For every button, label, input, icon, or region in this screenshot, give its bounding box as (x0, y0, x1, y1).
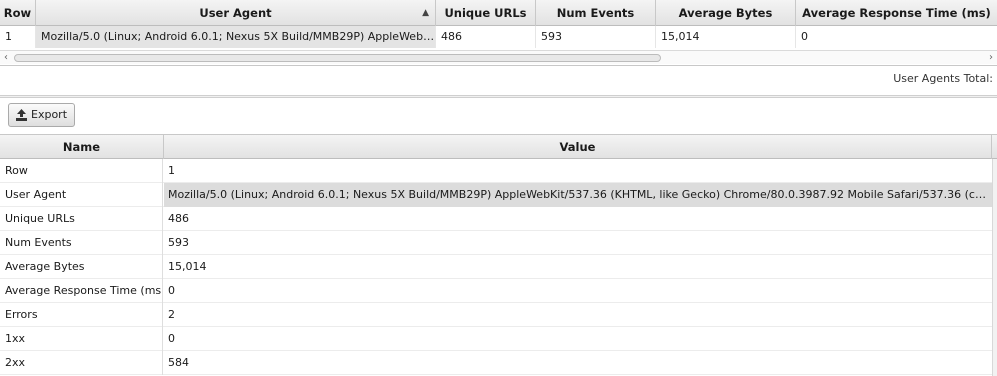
detail-value: 584 (168, 356, 189, 369)
cell-row: 1 (0, 26, 36, 48)
detail-row-num-events[interactable]: Num Events 593 (0, 231, 997, 255)
export-upload-icon (16, 109, 27, 121)
detail-name: Average Bytes (0, 255, 163, 279)
detail-row-average-response-time[interactable]: Average Response Time (ms) 0 (0, 279, 997, 303)
table-header: Row User Agent ▲ Unique URLs Num Events … (0, 0, 997, 26)
detail-name: Unique URLs (0, 207, 163, 231)
cell-num-events: 593 (536, 26, 656, 48)
detail-name: Average Response Time (ms) (0, 279, 163, 303)
detail-row-1xx[interactable]: 1xx 0 (0, 327, 997, 351)
detail-name: User Agent (0, 183, 163, 207)
cell-unique-urls: 486 (436, 26, 536, 48)
detail-value: 2 (168, 308, 175, 321)
column-header-unique-urls[interactable]: Unique URLs (436, 0, 536, 26)
sort-ascending-icon: ▲ (422, 8, 429, 18)
detail-value: 15,014 (168, 260, 207, 273)
detail-name: Num Events (0, 231, 163, 255)
cell-average-response-time: 0 (801, 30, 808, 43)
export-button[interactable]: Export (8, 103, 75, 127)
column-header-num-events[interactable]: Num Events (536, 0, 656, 26)
column-header-average-response-time[interactable]: Average Response Time (ms) (796, 0, 997, 26)
user-agents-table: Row User Agent ▲ Unique URLs Num Events … (0, 0, 997, 66)
detail-table-header: Name Value (0, 135, 997, 159)
column-header-row[interactable]: Row (0, 0, 36, 26)
column-header-name[interactable]: Name (0, 135, 164, 159)
detail-value: Mozilla/5.0 (Linux; Android 6.0.1; Nexus… (164, 183, 992, 207)
column-header-average-bytes[interactable]: Average Bytes (656, 0, 796, 26)
scroll-left-icon[interactable]: ‹ (0, 51, 12, 65)
detail-row-2xx[interactable]: 2xx 584 (0, 351, 997, 375)
detail-table: Name Value Row 1 User Agent Mozilla/5.0 … (0, 134, 997, 376)
detail-value: 593 (168, 236, 189, 249)
detail-name: Errors (0, 303, 163, 327)
column-header-user-agent[interactable]: User Agent ▲ (36, 0, 436, 26)
detail-value: 0 (168, 284, 175, 297)
split-pane-divider[interactable] (0, 95, 997, 98)
horizontal-scrollbar[interactable]: ‹ › (0, 50, 997, 64)
vertical-scrollbar[interactable] (992, 159, 997, 376)
detail-row-row[interactable]: Row 1 (0, 159, 997, 183)
detail-row-unique-urls[interactable]: Unique URLs 486 (0, 207, 997, 231)
detail-value: 1 (168, 164, 175, 177)
cell-average-bytes: 15,014 (656, 26, 796, 48)
detail-row-user-agent[interactable]: User Agent Mozilla/5.0 (Linux; Android 6… (0, 183, 997, 207)
detail-value: 0 (168, 332, 175, 345)
detail-name: 2xx (0, 351, 163, 375)
detail-value: 486 (168, 212, 189, 225)
detail-name: 1xx (0, 327, 163, 351)
table-row[interactable]: 1 Mozilla/5.0 (Linux; Android 6.0.1; Nex… (0, 26, 997, 48)
detail-row-errors[interactable]: Errors 2 (0, 303, 997, 327)
scroll-right-icon[interactable]: › (985, 51, 997, 65)
column-header-value[interactable]: Value (164, 135, 992, 159)
scrollbar-thumb[interactable] (14, 54, 661, 62)
column-header-user-agent-label: User Agent (199, 6, 272, 20)
export-button-label: Export (31, 108, 68, 121)
user-agents-total-label: User Agents Total: (893, 72, 993, 85)
detail-name: Row (0, 159, 163, 183)
cell-user-agent: Mozilla/5.0 (Linux; Android 6.0.1; Nexus… (36, 26, 436, 48)
detail-row-average-bytes[interactable]: Average Bytes 15,014 (0, 255, 997, 279)
